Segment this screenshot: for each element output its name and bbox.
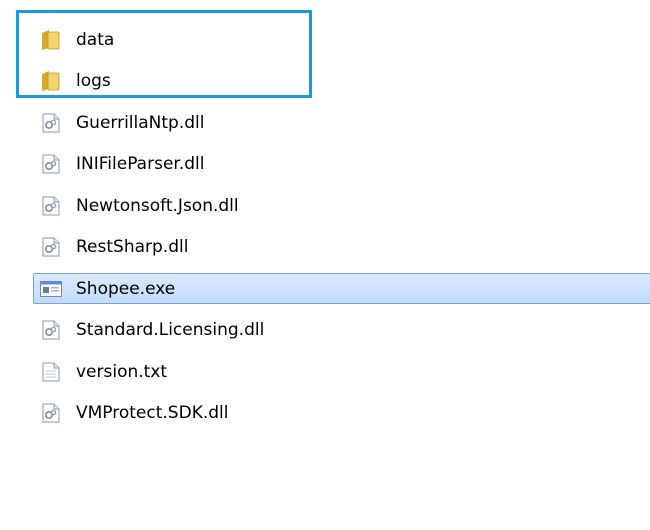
file-item-newtonsoft[interactable]: Newtonsoft.Json.dll	[0, 185, 650, 227]
file-list: data logs GuerrillaNtp.dll INIFileParser…	[0, 19, 650, 434]
file-name: GuerrillaNtp.dll	[76, 112, 205, 133]
file-name: INIFileParser.dll	[76, 154, 205, 175]
file-item-guerrillantp[interactable]: GuerrillaNtp.dll	[0, 102, 650, 144]
exe-file-icon	[39, 277, 63, 301]
dll-file-icon	[39, 152, 63, 176]
dll-file-icon	[39, 111, 63, 135]
file-item-shopee-exe[interactable]: Shopee.exe	[0, 268, 650, 310]
file-name: RestSharp.dll	[76, 237, 189, 258]
text-file-icon	[39, 360, 63, 384]
file-item-version-txt[interactable]: version.txt	[0, 351, 650, 393]
folder-icon	[39, 28, 63, 52]
file-item-standard-licensing[interactable]: Standard.Licensing.dll	[0, 310, 650, 352]
file-item-data[interactable]: data	[0, 19, 650, 61]
file-name: data	[76, 29, 115, 50]
file-name: Standard.Licensing.dll	[76, 320, 265, 341]
dll-file-icon	[39, 194, 63, 218]
file-item-logs[interactable]: logs	[0, 61, 650, 103]
dll-file-icon	[39, 318, 63, 342]
dll-file-icon	[39, 401, 63, 425]
file-name: Newtonsoft.Json.dll	[76, 195, 239, 216]
file-item-vmprotect-sdk[interactable]: VMProtect.SDK.dll	[0, 393, 650, 435]
file-item-restsharp[interactable]: RestSharp.dll	[0, 227, 650, 269]
dll-file-icon	[39, 235, 63, 259]
file-name: version.txt	[76, 361, 168, 382]
folder-icon	[39, 69, 63, 93]
file-item-inifileparser[interactable]: INIFileParser.dll	[0, 144, 650, 186]
file-name: logs	[76, 71, 111, 92]
file-name: VMProtect.SDK.dll	[76, 403, 229, 424]
file-name: Shopee.exe	[76, 278, 176, 299]
